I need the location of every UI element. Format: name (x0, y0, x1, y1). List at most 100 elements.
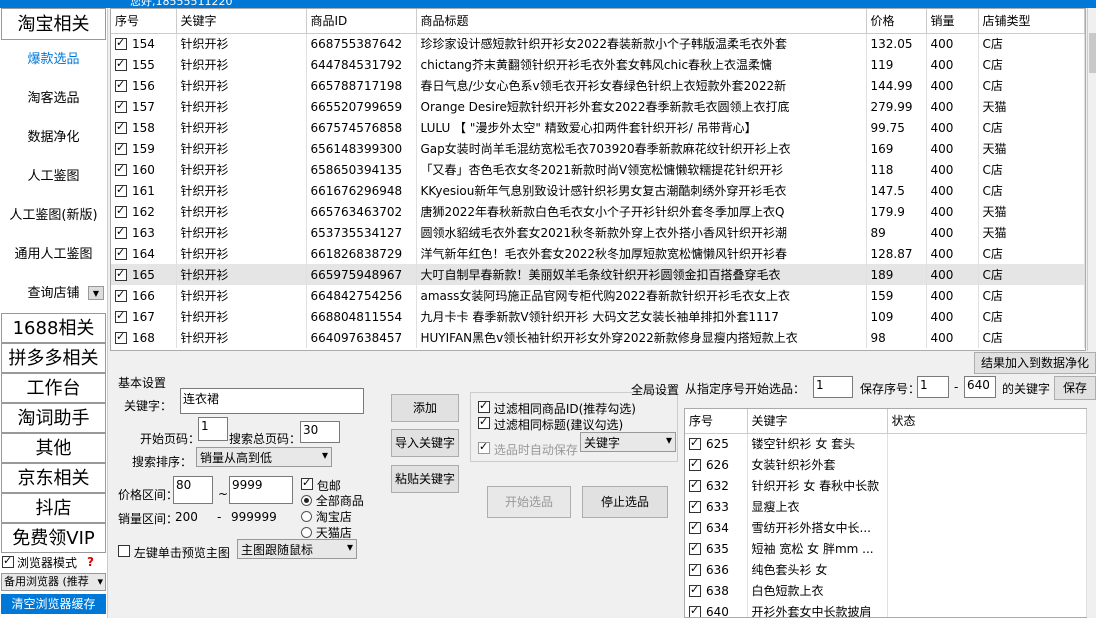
col-header-shop-type[interactable]: 店铺类型 (978, 9, 1085, 34)
row-checkbox[interactable] (115, 267, 127, 281)
left-click-preview-checkbox[interactable] (118, 545, 130, 557)
sidebar-cat-jd[interactable]: 京东相关 (1, 463, 106, 493)
price-max-input[interactable]: 9999 (229, 476, 293, 504)
table-row[interactable]: 168 针织开衫664097638457HUYIFAN黑色v领长袖针织开衫女外穿2… (111, 327, 1085, 348)
table-row[interactable]: 167 针织开衫668804811554九月卡卡 春季新款V领针织开衫 大码文艺女… (111, 306, 1085, 327)
table-row[interactable]: 164 针织开衫661826838729洋气新年红色！毛衣外套女2022秋冬加厚短… (111, 243, 1085, 264)
table-row[interactable]: 158 针织开衫667574576858LULU 【 "漫步外太空" 精致爱心扣两… (111, 117, 1085, 138)
kw-row-checkbox[interactable] (689, 604, 701, 617)
row-checkbox[interactable] (115, 183, 127, 197)
kw-table-row[interactable]: 632 针织开衫 女 春秋中长款 (685, 475, 1087, 496)
sidebar-item-query-shop[interactable]: 查询店铺 ▼ (0, 274, 107, 313)
row-checkbox[interactable] (115, 246, 127, 260)
clear-cache-button[interactable]: 清空浏览器缓存 (1, 594, 106, 614)
table-row[interactable]: 163 针织开衫653735534127圆领水貂绒毛衣外套女2021秋冬新款外穿上… (111, 222, 1085, 243)
kw-row-checkbox[interactable] (689, 457, 701, 471)
kw-table-row[interactable]: 626 女装针织衫外套 (685, 454, 1087, 475)
paste-keyword-button[interactable]: 粘贴关键字 (391, 465, 459, 493)
browser-mode-row[interactable]: 浏览器模式 ? (0, 553, 107, 571)
left-click-preview-row[interactable]: 左键单击预览主图 (118, 544, 230, 561)
radio-taobao-row[interactable]: 淘宝店 (301, 508, 352, 525)
import-keyword-button[interactable]: 导入关键字 (391, 429, 459, 457)
chevron-down-icon[interactable]: ▼ (88, 286, 104, 300)
sidebar-cat-other[interactable]: 其他 (1, 433, 106, 463)
save-from-input[interactable]: 1 (917, 376, 949, 398)
filter-same-title-row[interactable]: 过滤相同标题(建议勾选) (478, 415, 623, 433)
baoyou-checkbox[interactable] (301, 476, 313, 490)
radio-taobao[interactable] (301, 511, 312, 522)
kw-table-row[interactable]: 640 开衫外套女中长款披肩 (685, 601, 1087, 617)
sidebar-cat-workbench[interactable]: 工作台 (1, 373, 106, 403)
kw-row-checkbox[interactable] (689, 562, 701, 576)
sidebar-item-manual-image[interactable]: 人工鉴图 (0, 157, 107, 196)
kw-table-row[interactable]: 633 显瘦上衣 (685, 496, 1087, 517)
results-scrollbar[interactable] (1087, 8, 1096, 351)
row-checkbox[interactable] (115, 120, 127, 134)
col-header-title[interactable]: 商品标题 (416, 9, 867, 34)
sidebar-item-hot-products[interactable]: 爆款选品 (0, 40, 107, 79)
scrollbar-thumb[interactable] (1089, 33, 1096, 73)
row-checkbox[interactable] (115, 204, 127, 218)
col-header-keyword[interactable]: 关键字 (176, 9, 307, 34)
row-checkbox[interactable] (115, 78, 127, 92)
kw-table-row[interactable]: 635 短袖 宽松 女 胖mm ... (685, 538, 1087, 559)
sidebar-item-taoke[interactable]: 淘客选品 (0, 79, 107, 118)
keyword-input[interactable]: 连衣裙 (180, 388, 364, 414)
from-seq-input[interactable]: 1 (813, 376, 853, 398)
table-row[interactable]: 165 针织开衫665975948967大叮自制早春新款！美丽奴羊毛条纹针织开衫圆… (111, 264, 1085, 285)
col-header-sales[interactable]: 销量 (926, 9, 979, 34)
backup-browser-select[interactable]: 备用浏览器 (推荐 ▾ (1, 573, 106, 591)
sidebar-item-manual-image-new[interactable]: 人工鉴图(新版) (0, 196, 107, 235)
start-selection-button[interactable]: 开始选品 (487, 486, 571, 518)
kw-table-row[interactable]: 636 纯色套头衫 女 (685, 559, 1087, 580)
sales-min-input[interactable]: 200 (175, 510, 198, 524)
kw-col-header-status[interactable]: 状态 (887, 409, 1087, 434)
start-page-input[interactable]: 1 (198, 417, 228, 441)
row-checkbox[interactable] (115, 141, 127, 155)
kw-row-checkbox[interactable] (689, 520, 701, 534)
keyword-scrollbar[interactable] (1087, 408, 1096, 618)
row-checkbox[interactable] (115, 330, 127, 344)
total-pages-input[interactable]: 30 (300, 421, 340, 443)
auto-save-select[interactable]: 关键字 (580, 432, 676, 452)
sidebar-cat-taoci[interactable]: 淘词助手 (1, 403, 106, 433)
sort-select[interactable]: 销量从高到低 (196, 447, 332, 467)
browser-mode-checkbox[interactable] (2, 554, 14, 568)
auto-save-row[interactable]: 选品时自动保存 (478, 440, 578, 458)
table-row[interactable]: 166 针织开衫664842754256amass女装阿玛施正品官网专柜代购202… (111, 285, 1085, 306)
sidebar-cat-vip[interactable]: 免费领VIP (1, 523, 106, 553)
sidebar-cat-pdd[interactable]: 拼多多相关 (1, 343, 106, 373)
auto-save-checkbox[interactable] (478, 440, 490, 454)
add-button[interactable]: 添加 (391, 394, 459, 422)
radio-tmall[interactable] (301, 527, 312, 538)
row-checkbox[interactable] (115, 36, 127, 50)
table-row[interactable]: 162 针织开衫665763463702唐狮2022年春秋新款白色毛衣女小个子开衫… (111, 201, 1085, 222)
row-checkbox[interactable] (115, 288, 127, 302)
table-row[interactable]: 156 针织开衫665788717198春日气息/少女心色系v领毛衣开衫女春绿色针… (111, 75, 1085, 96)
table-row[interactable]: 160 针织开衫658650394135「又春」杏色毛衣女冬2021新款时尚V领宽… (111, 159, 1085, 180)
kw-row-checkbox[interactable] (689, 478, 701, 492)
save-button[interactable]: 保存 (1054, 376, 1096, 400)
row-checkbox[interactable] (115, 309, 127, 323)
sidebar-cat-douyin[interactable]: 抖店 (1, 493, 106, 523)
sales-max-input[interactable]: 999999 (231, 510, 277, 524)
kw-table-row[interactable]: 634 雪纺开衫外搭女中长... (685, 517, 1087, 538)
sidebar-item-data-clean[interactable]: 数据净化 (0, 118, 107, 157)
kw-row-checkbox[interactable] (689, 541, 701, 555)
table-row[interactable]: 159 针织开衫656148399300Gap女装时尚羊毛混纺宽松毛衣703920… (111, 138, 1085, 159)
sidebar-cat-taobao[interactable]: 淘宝相关 (1, 8, 106, 40)
add-to-data-clean-button[interactable]: 结果加入到数据净化 (974, 352, 1096, 374)
stop-selection-button[interactable]: 停止选品 (582, 486, 668, 518)
row-checkbox[interactable] (115, 225, 127, 239)
help-icon[interactable]: ? (87, 555, 94, 569)
table-row[interactable]: 155 针织开衫644784531792chictang芥末黄翻领针织开衫毛衣外套… (111, 54, 1085, 75)
follow-mouse-select[interactable]: 主图跟随鼠标 (237, 539, 357, 559)
filter-same-id-row[interactable]: 过滤相同商品ID(推荐勾选) (478, 399, 636, 417)
radio-all-row[interactable]: 全部商品 (301, 492, 364, 509)
save-to-input[interactable]: 640 (964, 376, 996, 398)
kw-col-header-keyword[interactable]: 关键字 (747, 409, 888, 434)
radio-all[interactable] (301, 495, 312, 506)
kw-row-checkbox[interactable] (689, 499, 701, 513)
row-checkbox[interactable] (115, 162, 127, 176)
col-header-price[interactable]: 价格 (866, 9, 927, 34)
